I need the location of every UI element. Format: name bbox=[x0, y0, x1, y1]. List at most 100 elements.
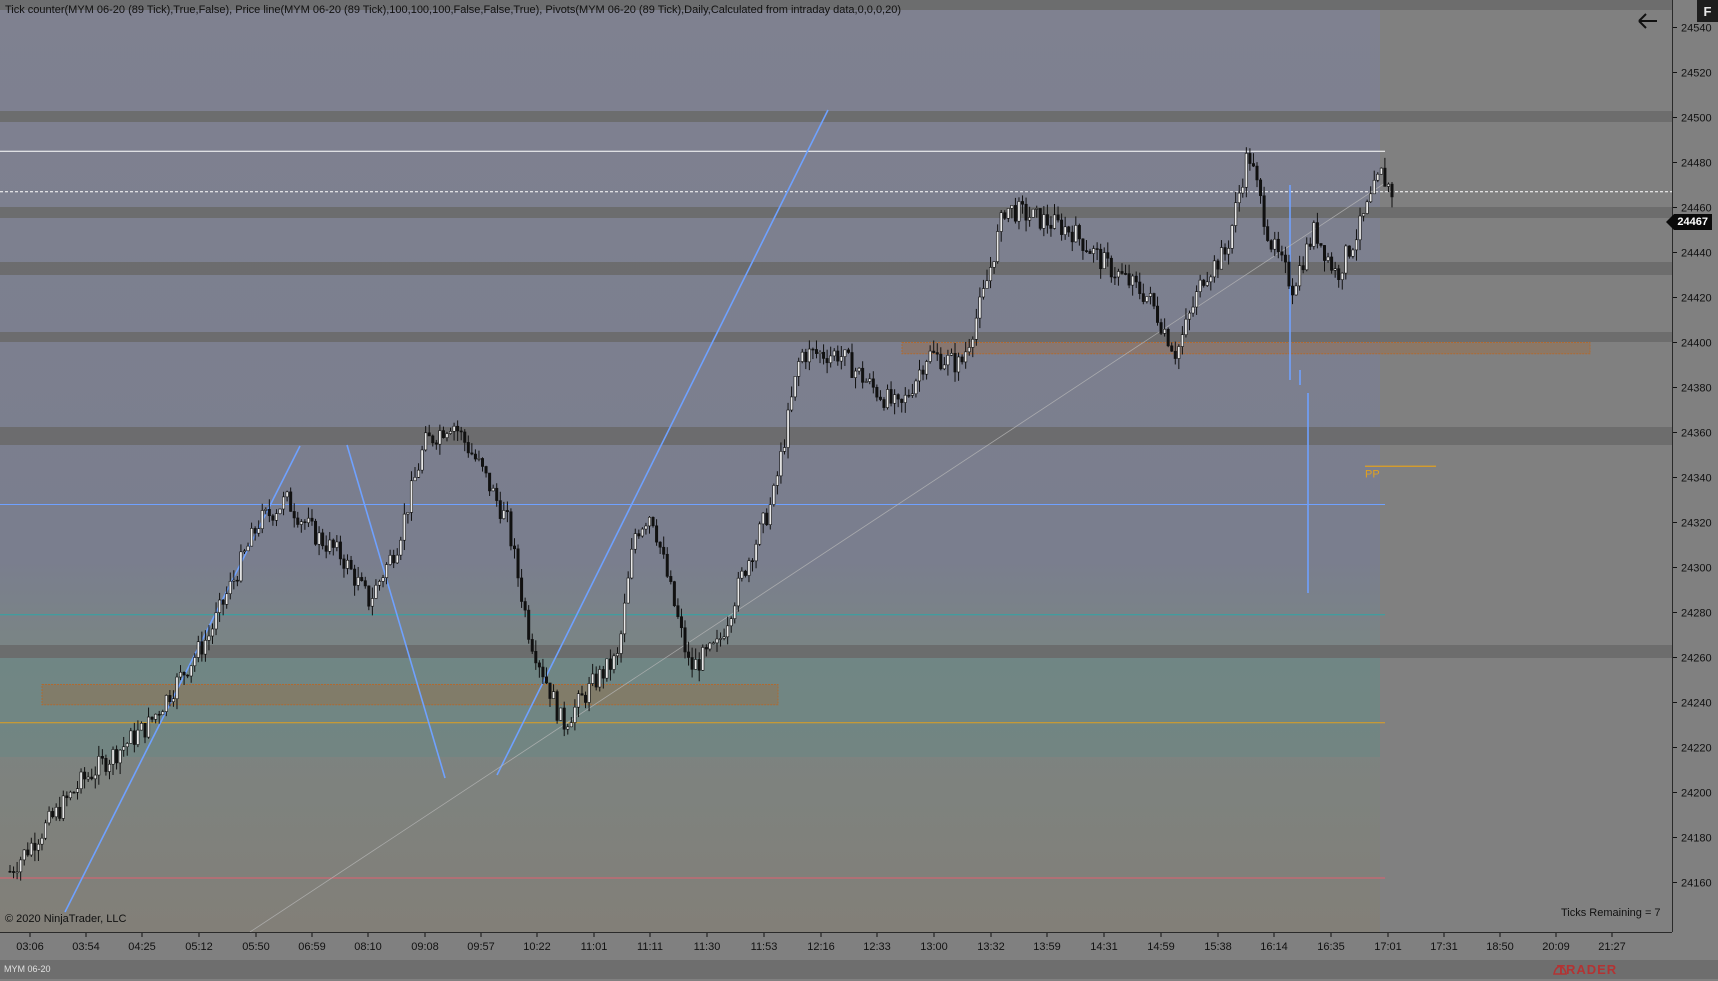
price-chart[interactable]: PP bbox=[0, 0, 1672, 932]
candle-body bbox=[306, 517, 310, 524]
candle-body bbox=[786, 409, 790, 448]
candle-body bbox=[15, 871, 19, 874]
candle-body bbox=[107, 763, 111, 772]
candle-body bbox=[1379, 167, 1383, 175]
candle-body bbox=[278, 508, 282, 515]
candle-body bbox=[29, 842, 33, 856]
time-tick-label: 20:09 bbox=[1542, 941, 1570, 953]
candle-body bbox=[175, 676, 179, 700]
candle-body bbox=[1230, 225, 1234, 249]
candle-body bbox=[601, 669, 605, 679]
candle-body bbox=[1084, 250, 1088, 252]
candle-body bbox=[729, 618, 733, 627]
price-tick-label: 24220 bbox=[1681, 743, 1712, 755]
candle-body bbox=[722, 636, 726, 639]
candle-body bbox=[807, 348, 811, 363]
candle-body bbox=[566, 726, 570, 730]
indicator-label: Tick counter(MYM 06-20 (89 Tick),True,Fa… bbox=[5, 4, 902, 16]
candle-body bbox=[793, 376, 797, 398]
candle-body bbox=[846, 349, 850, 353]
candle-body bbox=[882, 399, 886, 408]
candle-body bbox=[875, 386, 879, 398]
candle-body bbox=[946, 355, 950, 366]
candle-body bbox=[594, 673, 598, 688]
session-background bbox=[0, 0, 1380, 932]
candle-body bbox=[299, 521, 303, 525]
zone-rect-1 bbox=[901, 342, 1591, 355]
candle-body bbox=[1187, 312, 1191, 320]
candle-body bbox=[932, 350, 936, 353]
candle-body bbox=[768, 504, 772, 525]
candle-body bbox=[651, 516, 655, 527]
candle-body bbox=[111, 749, 115, 765]
candle-body bbox=[949, 353, 953, 356]
candle-body bbox=[154, 713, 158, 720]
current-price-marker: 24467 bbox=[1666, 214, 1712, 230]
candle-body bbox=[260, 510, 264, 529]
candle-body bbox=[1099, 248, 1103, 270]
candle-body bbox=[925, 361, 929, 375]
candle-body bbox=[942, 364, 946, 370]
candle-body bbox=[1109, 257, 1113, 278]
candle-body bbox=[573, 706, 577, 723]
candle-body bbox=[598, 669, 602, 688]
candle-body bbox=[800, 351, 804, 362]
candle-body bbox=[86, 776, 90, 780]
candle-body bbox=[1148, 293, 1152, 297]
candle-body bbox=[203, 640, 207, 655]
candle-body bbox=[541, 666, 545, 678]
candle-body bbox=[1308, 243, 1312, 247]
candle-body bbox=[907, 394, 911, 397]
candle-body bbox=[1251, 163, 1255, 167]
candle-body bbox=[761, 512, 765, 525]
chart-area[interactable]: PP Tick counter(MYM 06-20 (89 Tick),True… bbox=[0, 0, 1672, 932]
candle-body bbox=[441, 430, 445, 438]
candle-body bbox=[1237, 192, 1241, 204]
candle-body bbox=[711, 642, 715, 645]
time-tick-label: 09:08 bbox=[411, 941, 439, 953]
candle-body bbox=[68, 791, 72, 799]
candle-body bbox=[1273, 238, 1277, 250]
candle-body bbox=[1312, 222, 1316, 247]
candle-body bbox=[296, 517, 300, 525]
candle-body bbox=[264, 509, 268, 511]
candle-body bbox=[1180, 334, 1184, 347]
candle-body bbox=[512, 545, 516, 550]
candle-body bbox=[864, 381, 868, 383]
candle-body bbox=[928, 350, 932, 362]
candle-body bbox=[367, 585, 371, 607]
chart-menu-button[interactable]: F bbox=[1697, 0, 1718, 22]
candle-body bbox=[289, 491, 293, 512]
candle-body bbox=[473, 453, 477, 460]
candle-body bbox=[1021, 201, 1025, 205]
time-tick-label: 18:50 bbox=[1486, 941, 1514, 953]
time-axis[interactable]: 03:06 03:54 04:25 05:12 05:50 06:59 08:10 09:08… bbox=[0, 932, 1672, 961]
time-tick-label: 16:14 bbox=[1260, 941, 1288, 953]
candle-body bbox=[896, 394, 900, 400]
candle-body bbox=[459, 430, 463, 433]
time-tick-label: 13:59 bbox=[1033, 941, 1061, 953]
candle-body bbox=[697, 659, 701, 671]
candle-body bbox=[1244, 153, 1248, 188]
candle-body bbox=[790, 396, 794, 411]
candle-body bbox=[242, 550, 246, 553]
grid-band-4 bbox=[0, 332, 1672, 342]
candle-body bbox=[544, 676, 548, 684]
candle-body bbox=[360, 577, 364, 581]
candle-body bbox=[1209, 276, 1213, 283]
candle-body bbox=[665, 553, 669, 577]
candle-body bbox=[509, 511, 513, 547]
candle-body bbox=[974, 317, 978, 340]
candle-body bbox=[829, 355, 833, 364]
candle-body bbox=[591, 673, 595, 684]
candle-body bbox=[374, 584, 378, 599]
candle-body bbox=[520, 577, 524, 602]
candle-body bbox=[303, 521, 307, 524]
copyright-text: © 2020 NinjaTrader, LLC bbox=[5, 913, 127, 925]
candle-body bbox=[1166, 328, 1170, 347]
price-axis[interactable]: 24540 24520 24500 24480 24460 24440 24420 24400… bbox=[1672, 0, 1718, 932]
candle-body bbox=[282, 496, 286, 510]
candle-body bbox=[1060, 219, 1064, 235]
back-arrow-icon[interactable] bbox=[1636, 10, 1660, 32]
time-tick-label: 06:59 bbox=[298, 941, 326, 953]
